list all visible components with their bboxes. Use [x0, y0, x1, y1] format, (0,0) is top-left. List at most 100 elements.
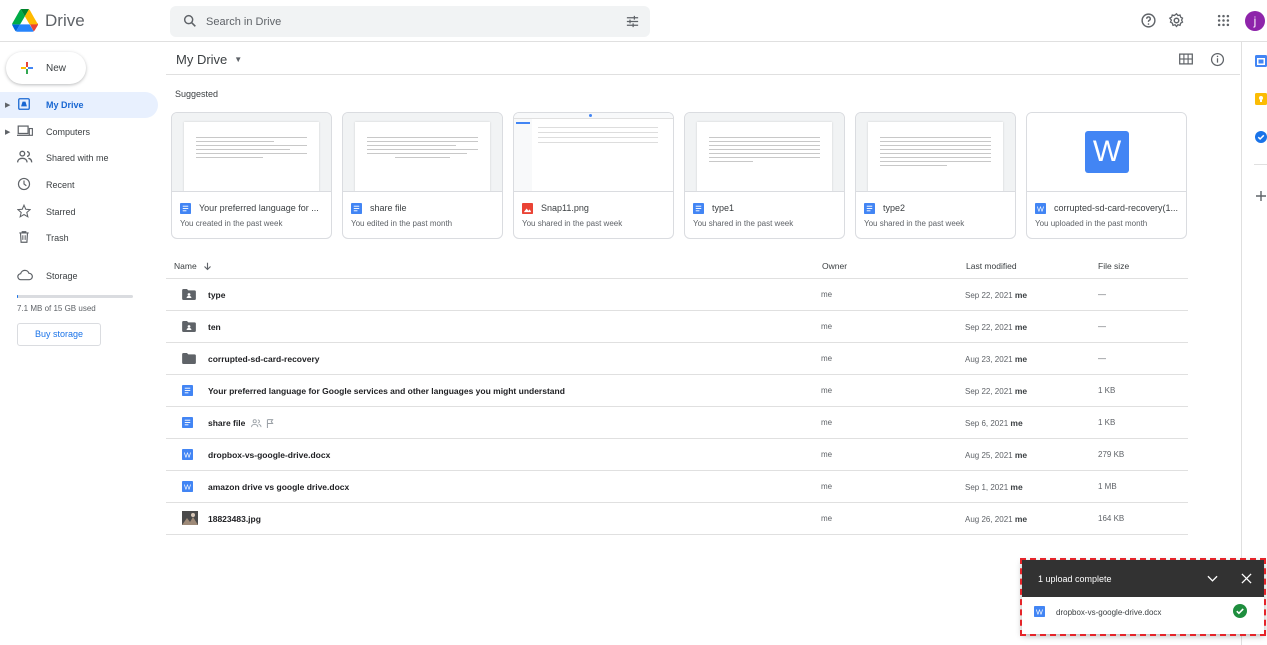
column-header-last-modified[interactable]: Last modified: [966, 261, 1017, 271]
column-header-file-size: File size: [1098, 261, 1130, 271]
clock-icon: [17, 177, 31, 191]
table-row[interactable]: 18823483.jpg me Aug 26, 2021 me 164 KB: [166, 502, 1188, 534]
suggested-card[interactable]: type1 You shared in the past week: [684, 112, 845, 239]
suggested-card[interactable]: type2 You shared in the past week: [855, 112, 1016, 239]
file-name: ten: [208, 322, 221, 332]
expand-icon[interactable]: ▶: [5, 128, 10, 136]
suggested-card[interactable]: share file You edited in the past month: [342, 112, 503, 239]
info-icon[interactable]: [1210, 52, 1225, 67]
card-activity: You shared in the past week: [864, 219, 965, 228]
search-input[interactable]: [206, 6, 586, 37]
file-modified: Sep 6, 2021 me: [965, 418, 1023, 428]
column-header-name[interactable]: Name: [174, 261, 212, 271]
tasks-icon[interactable]: [1255, 131, 1267, 143]
sidebar-item-label: Trash: [46, 233, 69, 243]
sidebar-item-storage[interactable]: Storage: [0, 263, 158, 289]
flag-icon: [267, 418, 274, 428]
sidebar-item-recent[interactable]: Recent: [0, 172, 158, 198]
svg-text:W: W: [1037, 204, 1044, 213]
svg-text:W: W: [184, 451, 191, 460]
table-row[interactable]: share file me Sep 6, 2021 me 1 KB: [166, 406, 1188, 438]
table-row[interactable]: corrupted-sd-card-recovery me Aug 23, 20…: [166, 342, 1188, 374]
plus-icon: [21, 62, 33, 74]
search-bar[interactable]: [170, 6, 650, 37]
table-row[interactable]: W amazon drive vs google drive.docx me S…: [166, 470, 1188, 502]
buy-storage-button[interactable]: Buy storage: [17, 323, 101, 346]
sidebar-item-label: Storage: [46, 271, 78, 281]
search-icon[interactable]: [182, 13, 198, 29]
docs-icon: [182, 385, 193, 396]
account-avatar[interactable]: j: [1245, 11, 1265, 31]
file-thumbnail: [685, 113, 844, 192]
sidebar-item-trash[interactable]: Trash: [0, 225, 158, 251]
drive-logo[interactable]: Drive: [12, 9, 85, 32]
grid-view-icon[interactable]: [1179, 53, 1193, 65]
people-icon: [17, 150, 33, 163]
apps-grid-icon[interactable]: [1216, 13, 1231, 28]
close-icon[interactable]: [1241, 573, 1252, 584]
get-addons-plus-icon[interactable]: [1256, 191, 1266, 201]
table-row[interactable]: type me Sep 22, 2021 me —: [166, 278, 1188, 310]
file-thumbnail: [514, 113, 673, 192]
card-activity: You shared in the past week: [693, 219, 794, 228]
card-activity: You edited in the past month: [351, 219, 453, 228]
card-file-name: corrupted-sd-card-recovery(1...: [1054, 203, 1179, 213]
storage-usage-text: 7.1 MB of 15 GB used: [17, 304, 96, 313]
file-owner: me: [821, 450, 833, 459]
column-header-owner: Owner: [822, 261, 848, 271]
table-row[interactable]: ten me Sep 22, 2021 me —: [166, 310, 1188, 342]
file-owner: me: [821, 418, 833, 427]
suggested-card[interactable]: Your preferred language for ... You crea…: [171, 112, 332, 239]
word-icon: W: [182, 481, 193, 492]
docs-icon: [182, 417, 193, 428]
file-name: share file: [208, 418, 246, 428]
sort-arrow-down-icon[interactable]: [203, 262, 212, 271]
sidebar-item-starred[interactable]: Starred: [0, 199, 158, 225]
new-button[interactable]: New: [6, 52, 86, 84]
file-owner: me: [821, 290, 833, 299]
help-icon[interactable]: [1140, 12, 1157, 29]
file-name-cell: share file: [208, 418, 274, 428]
uploaded-file-name: dropbox-vs-google-drive.docx: [1056, 608, 1162, 617]
search-options-icon[interactable]: [625, 14, 640, 29]
file-owner: me: [821, 354, 833, 363]
drive-logo-icon: [12, 9, 38, 32]
sidebar-item-label: My Drive: [46, 100, 84, 110]
sidebar-item-my-drive[interactable]: ▶ My Drive: [0, 92, 158, 118]
svg-text:W: W: [1036, 608, 1043, 617]
docs-icon: [864, 202, 875, 214]
page-title-text: My Drive: [176, 52, 228, 67]
file-owner: me: [821, 482, 833, 491]
card-activity: You created in the past week: [180, 219, 283, 228]
cloud-icon: [17, 269, 33, 281]
side-panel-divider: [1241, 42, 1242, 645]
file-size: —: [1098, 290, 1106, 299]
chevron-down-icon[interactable]: [1207, 575, 1218, 583]
card-file-name: share file: [370, 203, 407, 213]
expand-icon[interactable]: ▶: [5, 101, 10, 109]
file-name: amazon drive vs google drive.docx: [208, 482, 350, 492]
sidebar-item-computers[interactable]: ▶ Computers: [0, 119, 158, 145]
file-modified: Aug 26, 2021 me: [965, 514, 1028, 524]
new-button-label: New: [46, 62, 67, 74]
sidebar-item-shared-with-me[interactable]: Shared with me: [0, 145, 158, 171]
page-title[interactable]: My Drive ▼: [176, 52, 242, 67]
file-thumbnail: W: [1027, 113, 1186, 192]
calendar-icon[interactable]: [1255, 55, 1267, 67]
divider: [1254, 164, 1267, 165]
table-row[interactable]: W dropbox-vs-google-drive.docx me Aug 25…: [166, 438, 1188, 470]
file-name: type: [208, 290, 226, 300]
settings-icon[interactable]: [1168, 12, 1185, 29]
storage-usage-fill: [17, 295, 19, 298]
file-size: —: [1098, 354, 1106, 363]
table-row[interactable]: Your preferred language for Google servi…: [166, 374, 1188, 406]
file-modified: Sep 1, 2021 me: [965, 482, 1023, 492]
keep-icon[interactable]: [1255, 93, 1267, 105]
suggested-card[interactable]: W Wcorrupted-sd-card-recovery(1... You u…: [1026, 112, 1187, 239]
storage-usage-bar: [17, 295, 133, 298]
card-file-name: Your preferred language for ...: [199, 203, 319, 213]
dropdown-icon: ▼: [234, 55, 243, 64]
my-drive-icon: [18, 98, 30, 110]
suggested-card[interactable]: Snap11.png You shared in the past week: [513, 112, 674, 239]
svg-text:W: W: [184, 483, 191, 492]
